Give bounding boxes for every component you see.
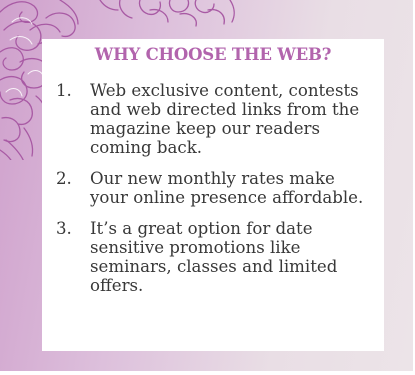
list-item: 3. It’s a great option for date sensitiv… <box>42 219 372 295</box>
list-item-number: 1. <box>56 81 72 100</box>
list-item-number: 3. <box>56 219 72 238</box>
list-item-text: Our new monthly rates make your online p… <box>90 169 364 207</box>
list-item-number: 2. <box>56 169 72 188</box>
card-heading: WHY CHOOSE THE WEB? <box>94 45 332 64</box>
list-item-text: It’s a great option for date sensitive p… <box>90 219 338 295</box>
bottom-edge <box>0 371 415 375</box>
list-item: 2. Our new monthly rates make your onlin… <box>42 169 372 207</box>
reasons-card: WHY CHOOSE THE WEB? 1. Web exclusive con… <box>42 39 384 351</box>
list-item: 1. Web exclusive content, contests and w… <box>42 81 372 157</box>
promo-panel: WHY CHOOSE THE WEB? 1. Web exclusive con… <box>0 0 413 371</box>
reasons-list: 1. Web exclusive content, contests and w… <box>42 81 372 307</box>
list-item-text: Web exclusive content, contests and web … <box>90 81 360 157</box>
